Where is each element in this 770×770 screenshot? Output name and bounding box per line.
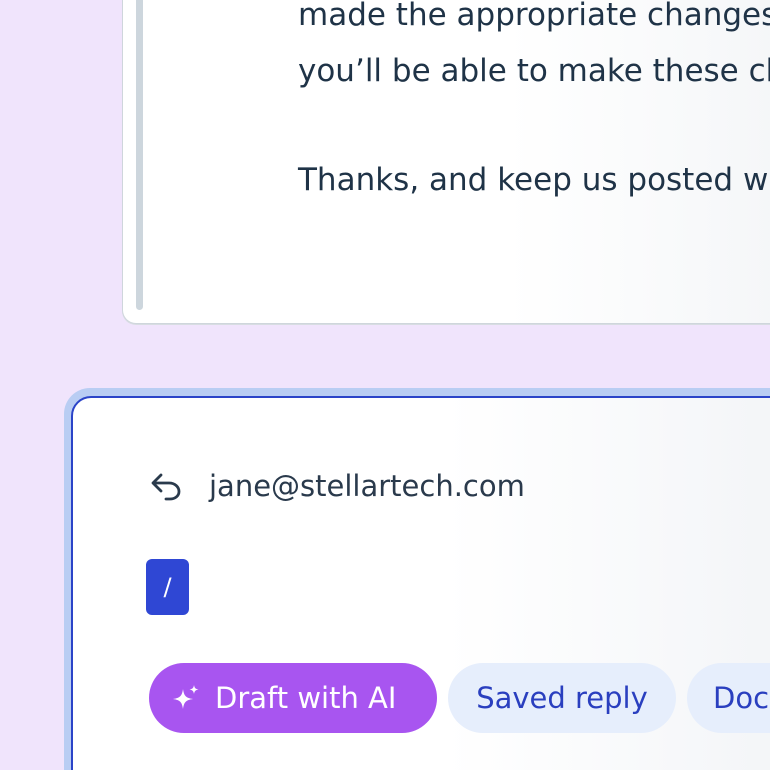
draft-with-ai-button[interactable]: Draft with AI	[149, 663, 437, 733]
message-line-4: Thanks, and keep us posted w	[298, 162, 769, 198]
message-line-1: made the appropriate changes	[298, 0, 770, 33]
message-line-2: you’ll be able to make these ch	[298, 53, 770, 89]
docs-button[interactable]: Doc	[687, 663, 770, 733]
reply-recipient-email: jane@stellartech.com	[209, 469, 525, 503]
docs-label: Doc	[713, 681, 770, 715]
saved-reply-label: Saved reply	[476, 681, 648, 715]
message-card: made the appropriate changes you’ll be a…	[122, 0, 770, 324]
draft-with-ai-label: Draft with AI	[215, 681, 397, 715]
quote-bar	[136, 0, 143, 310]
reply-recipient-row[interactable]: jane@stellartech.com	[149, 469, 525, 503]
sparkle-icon	[171, 683, 201, 713]
app-stage: made the appropriate changes you’ll be a…	[0, 0, 770, 770]
saved-reply-button[interactable]: Saved reply	[448, 663, 676, 733]
reply-composer[interactable]: jane@stellartech.com / Draft with AI Sav…	[71, 396, 770, 770]
composer-actions: Draft with AI Saved reply Doc	[149, 663, 770, 733]
slash-command-cursor[interactable]: /	[146, 559, 189, 615]
reply-arrow-icon[interactable]	[149, 470, 183, 502]
